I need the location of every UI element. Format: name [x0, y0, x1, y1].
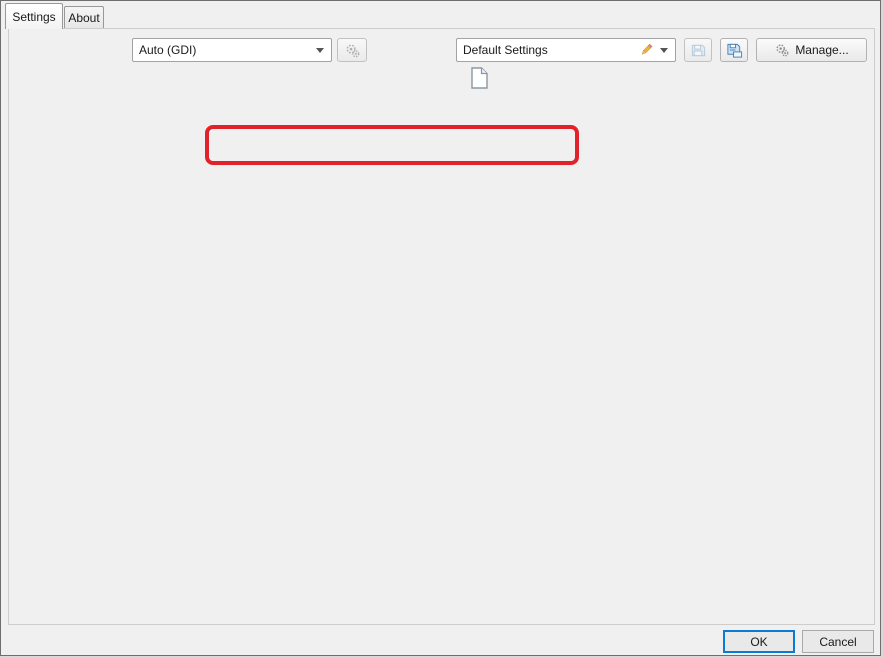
gears-icon — [774, 42, 790, 58]
tab-about[interactable]: About — [64, 6, 104, 29]
profile-value: Default Settings — [457, 43, 638, 57]
save-profile-as-button[interactable] — [720, 38, 748, 62]
driver-mode-value: Auto (GDI) — [133, 43, 316, 57]
save-profile-button[interactable] — [684, 38, 712, 62]
page-icon — [471, 67, 488, 89]
ok-button[interactable]: OK — [723, 630, 795, 653]
ok-button-label: OK — [750, 635, 767, 649]
pencil-icon — [638, 42, 654, 58]
cancel-button-label: Cancel — [819, 635, 856, 649]
cancel-button[interactable]: Cancel — [802, 630, 874, 653]
driver-mode-select[interactable]: Auto (GDI) — [132, 38, 332, 62]
paper-settings-dialog: Settings About Driver Mode: Auto (GDI) P… — [0, 0, 881, 656]
manage-button-label: Manage... — [795, 43, 848, 57]
save-icon — [690, 42, 707, 59]
manage-profiles-button[interactable]: Manage... — [756, 38, 867, 62]
profile-select[interactable]: Default Settings — [456, 38, 676, 62]
driver-options-button[interactable] — [337, 38, 367, 62]
tab-settings-label: Settings — [12, 10, 55, 24]
tab-about-label: About — [68, 11, 99, 25]
settings-tab-page — [8, 28, 875, 625]
tab-settings[interactable]: Settings — [5, 3, 63, 29]
chevron-down-icon — [316, 48, 324, 53]
gears-icon — [344, 42, 361, 59]
save-as-icon — [726, 42, 743, 59]
chevron-down-icon — [660, 48, 668, 53]
